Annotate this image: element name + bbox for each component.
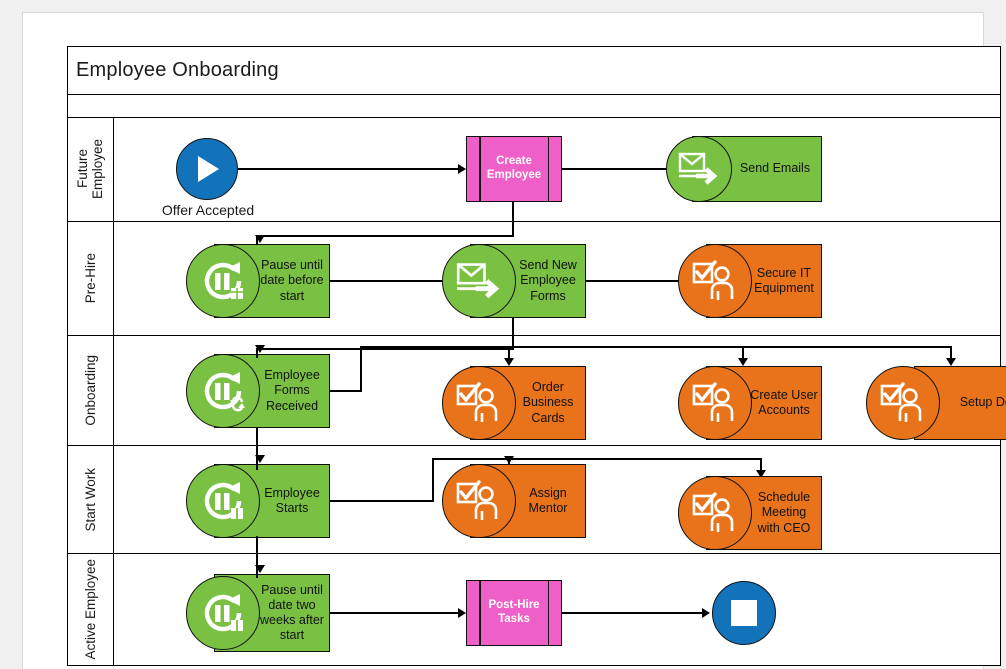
workflow-diagram: Employee Onboarding Future Employee Offe… bbox=[67, 46, 1006, 666]
lane-onboarding: Onboarding Employee Forms Received Order… bbox=[68, 336, 1006, 446]
arrowhead bbox=[504, 358, 514, 366]
lane-start-work: Start Work Employee Starts Assign Mentor… bbox=[68, 446, 1000, 554]
lane-body-start-work: Employee Starts Assign Mentor Schedule M… bbox=[114, 446, 1000, 553]
lane-body-onboarding: Employee Forms Received Order Business C… bbox=[114, 336, 1006, 445]
lane-label-start-work: Start Work bbox=[82, 467, 98, 532]
node-create-employee[interactable]: Create Employee bbox=[466, 136, 562, 202]
connector-starts-riser bbox=[432, 458, 434, 501]
diagram-header-band bbox=[68, 95, 1000, 118]
arrowhead bbox=[504, 456, 514, 464]
lane-label-future-employee: Future Employee bbox=[75, 139, 106, 200]
connector-pause-to-forms bbox=[330, 280, 450, 282]
stop-icon bbox=[730, 599, 758, 627]
connector-forms-to-it bbox=[586, 280, 686, 282]
arrowhead bbox=[255, 565, 265, 573]
node-post-hire-tasks-label: Post-Hire Tasks bbox=[488, 599, 540, 625]
user-task-icon bbox=[678, 476, 752, 550]
send-email-icon bbox=[442, 244, 516, 318]
page-title: Employee Onboarding bbox=[76, 59, 279, 81]
arrowhead bbox=[738, 358, 748, 366]
lane-body-active-employee: Pause until date two weeks after start P… bbox=[114, 554, 1000, 665]
timer-pause-icon bbox=[186, 576, 260, 650]
lane-header-pre-hire: Pre-Hire bbox=[68, 222, 114, 335]
arrowhead bbox=[458, 164, 466, 174]
lane-label-active-employee: Active Employee bbox=[82, 559, 98, 660]
send-email-icon bbox=[666, 136, 732, 202]
subprocess-right-bar bbox=[547, 581, 549, 645]
arrowhead bbox=[255, 455, 265, 463]
connector-starts-out bbox=[330, 500, 434, 502]
arrowhead bbox=[702, 608, 710, 618]
lane-body-pre-hire: Pause until date before start Send New E… bbox=[114, 222, 1000, 335]
lane-label-onboarding: Onboarding bbox=[82, 355, 98, 426]
user-task-icon bbox=[442, 366, 516, 440]
diagram-title-band: Employee Onboarding bbox=[68, 47, 1000, 95]
subprocess-left-bar bbox=[479, 137, 481, 201]
lane-body-future-employee: Offer Accepted Create Employee Send Emai… bbox=[114, 118, 1000, 221]
node-offer-accepted[interactable] bbox=[176, 138, 238, 200]
connector-forms-received-out bbox=[330, 390, 362, 392]
node-end-event[interactable] bbox=[712, 581, 776, 645]
user-task-icon bbox=[442, 464, 516, 538]
subprocess-right-bar bbox=[547, 137, 549, 201]
user-task-icon bbox=[678, 244, 752, 318]
document-sheet: Employee Onboarding Future Employee Offe… bbox=[23, 13, 1006, 669]
lane-label-pre-hire: Pre-Hire bbox=[82, 253, 98, 304]
arrowhead bbox=[458, 608, 466, 618]
play-icon bbox=[192, 153, 222, 185]
swimlane-container: Future Employee Offer Accepted Create Em… bbox=[68, 118, 1006, 665]
arrowhead bbox=[255, 345, 265, 353]
user-task-icon bbox=[678, 366, 752, 440]
lane-header-start-work: Start Work bbox=[68, 446, 114, 553]
connector-offer-to-create bbox=[238, 168, 460, 170]
lane-header-future-employee: Future Employee bbox=[68, 118, 114, 221]
lane-future-employee: Future Employee Offer Accepted Create Em… bbox=[68, 118, 1000, 222]
connector-startwork-distribution bbox=[432, 458, 762, 460]
node-create-employee-label: Create Employee bbox=[486, 155, 542, 181]
lane-pre-hire: Pre-Hire Pause until date before start S… bbox=[68, 222, 1000, 336]
connector-onboarding-distribution bbox=[360, 346, 950, 348]
connector-posthire-to-end bbox=[562, 612, 704, 614]
lane-header-onboarding: Onboarding bbox=[68, 336, 114, 445]
node-offer-accepted-label: Offer Accepted bbox=[161, 202, 255, 218]
timer-pause-icon bbox=[186, 464, 260, 538]
lane-active-employee: Active Employee Pause until date two wee… bbox=[68, 554, 1000, 665]
subprocess-left-bar bbox=[479, 581, 481, 645]
connector-pause-to-posthire bbox=[330, 612, 460, 614]
timer-receive-icon bbox=[186, 354, 260, 428]
lane-header-active-employee: Active Employee bbox=[68, 554, 114, 665]
arrowhead bbox=[255, 235, 265, 243]
connector-create-to-emails bbox=[562, 168, 672, 170]
page-background: Employee Onboarding Future Employee Offe… bbox=[0, 0, 1006, 669]
node-post-hire-tasks[interactable]: Post-Hire Tasks bbox=[466, 580, 562, 646]
user-task-icon bbox=[866, 366, 940, 440]
timer-pause-icon bbox=[186, 244, 260, 318]
connector-forms-received-riser bbox=[360, 346, 362, 391]
arrowhead bbox=[946, 358, 956, 366]
